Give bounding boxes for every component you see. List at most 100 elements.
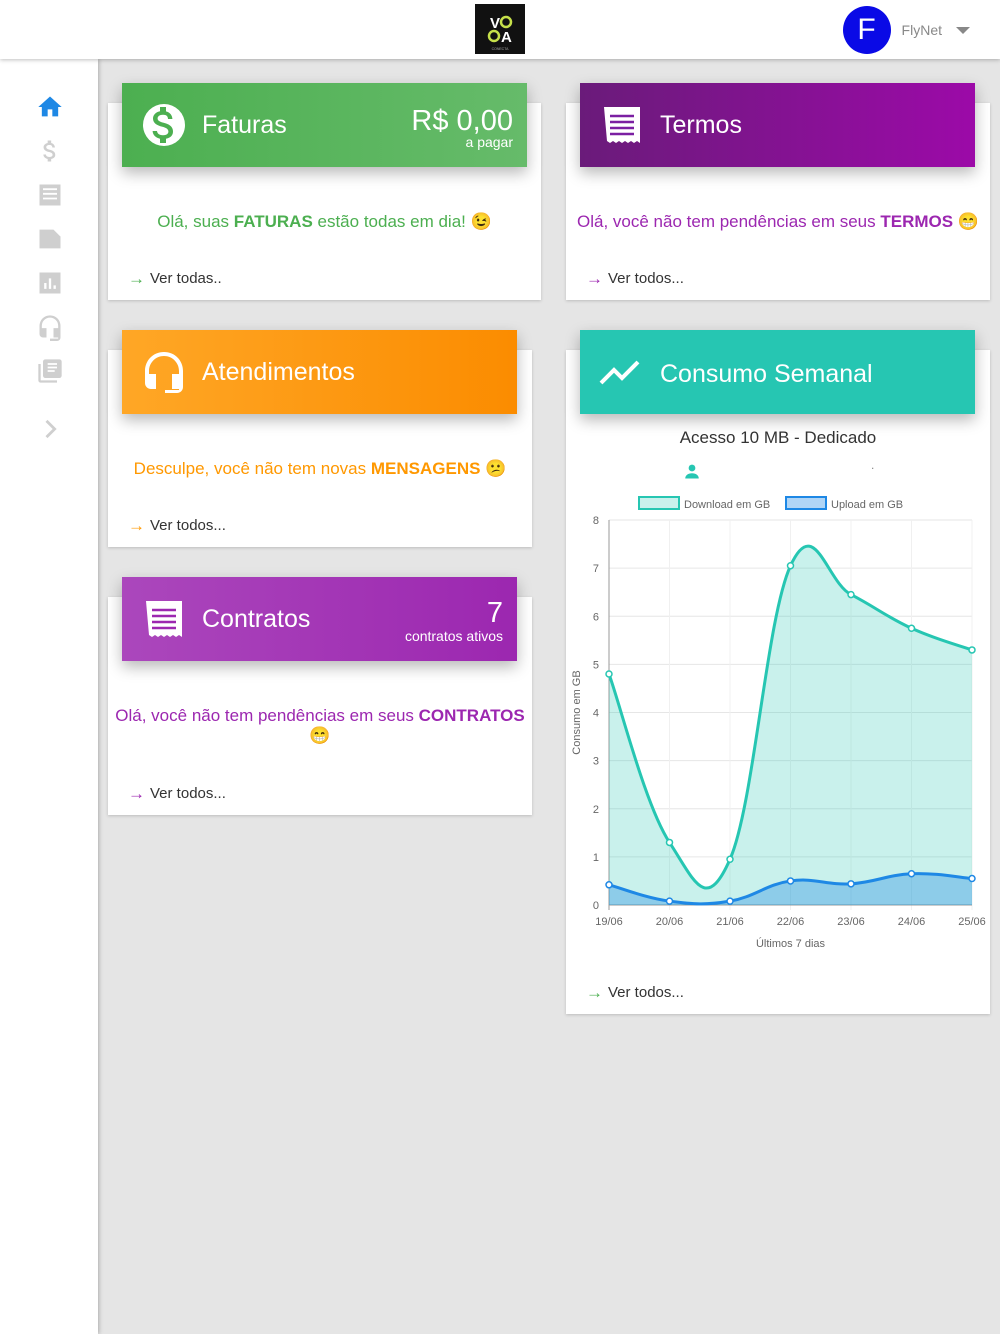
arrow-right-icon: →	[586, 983, 603, 1002]
atendimentos-msg-end: 😕	[480, 459, 507, 478]
contratos-link-label: Ver todos...	[150, 785, 226, 802]
x-tick-label: 24/06	[898, 916, 926, 928]
x-tick-label: 20/06	[656, 916, 684, 928]
brand-logo[interactable]: V A CONECTA	[475, 4, 525, 54]
legend-label: Upload em GB	[831, 499, 903, 511]
termos-ver-todos-link[interactable]: → Ver todos...	[586, 270, 684, 287]
y-tick-label: 2	[593, 804, 599, 816]
contratos-msg-text: Olá, você não tem pendências em seus	[115, 706, 419, 725]
data-point	[847, 590, 855, 599]
termos-header[interactable]: Termos	[580, 83, 975, 167]
contratos-msg-end: 😁	[309, 726, 331, 745]
x-tick-label: 22/06	[777, 916, 805, 928]
arrow-right-icon: →	[128, 784, 145, 803]
sidebar	[0, 59, 98, 1334]
logo-mark: V A CONECTA	[487, 15, 513, 51]
faturas-ver-todas-link[interactable]: → Ver todas..	[128, 270, 222, 287]
faturas-title: Faturas	[202, 111, 287, 139]
headset-icon	[140, 348, 188, 396]
sidebar-item-suporte[interactable]	[36, 313, 64, 341]
faturas-message: Olá, suas FATURAS estão todas em dia! 😉	[108, 212, 541, 232]
y-tick-label: 8	[593, 515, 599, 527]
atendimentos-link-label: Ver todos...	[150, 517, 226, 534]
y-tick-label: 5	[593, 659, 599, 671]
legend-swatch	[785, 496, 827, 510]
y-axis-label: Consumo em GB	[571, 670, 583, 754]
arrow-right-icon: →	[128, 269, 145, 288]
contratos-ver-todos-link[interactable]: → Ver todos...	[128, 785, 226, 802]
data-point	[726, 897, 734, 905]
data-point	[665, 838, 674, 847]
user-menu[interactable]: F FlyNet	[842, 6, 970, 54]
x-tick-label: 21/06	[716, 916, 744, 928]
headset-icon	[39, 315, 61, 341]
data-point	[726, 855, 734, 864]
y-tick-label: 3	[593, 756, 599, 768]
consumo-header[interactable]: Consumo Semanal	[580, 330, 975, 414]
data-point	[786, 877, 795, 885]
x-tick-label: 23/06	[837, 916, 865, 928]
legend-swatch	[638, 496, 680, 510]
chevron-right-icon	[45, 419, 57, 439]
consumo-link-label: Ver todos...	[608, 984, 684, 1001]
sidebar-item-faturas[interactable]	[36, 137, 64, 165]
data-point	[968, 646, 976, 654]
x-tick-label: 19/06	[595, 916, 623, 928]
atendimentos-header[interactable]: Atendimentos	[122, 330, 517, 414]
data-point	[605, 881, 613, 889]
faturas-header[interactable]: Faturas R$ 0,00 a pagar	[122, 83, 527, 167]
termos-msg-end: 😁	[953, 212, 979, 231]
logo-letter-v: V	[490, 15, 500, 32]
arrow-right-icon: →	[586, 269, 603, 288]
arrow-right-icon: →	[128, 516, 145, 535]
y-tick-label: 6	[593, 611, 599, 623]
sidebar-expand-button[interactable]	[36, 415, 64, 443]
sidebar-item-atendimentos[interactable]	[36, 225, 64, 253]
atendimentos-ver-todos-link[interactable]: → Ver todos...	[128, 517, 226, 534]
sidebar-item-termos[interactable]	[36, 181, 64, 209]
termos-msg-bold: TERMOS	[880, 212, 954, 231]
avatar[interactable]: F	[842, 6, 891, 54]
chevron-down-icon[interactable]	[956, 26, 970, 34]
receipt-icon	[598, 101, 646, 149]
faturas-msg-text: Olá, suas	[157, 212, 234, 231]
consumo-title: Consumo Semanal	[660, 360, 873, 388]
data-point	[907, 869, 916, 878]
legend-label: Download em GB	[684, 499, 770, 511]
atendimentos-msg-text: Desculpe, você não tem novas	[133, 459, 371, 478]
contratos-title: Contratos	[202, 605, 311, 633]
data-point	[665, 897, 674, 905]
termos-title: Termos	[660, 111, 742, 139]
faturas-msg-bold: FATURAS	[233, 212, 313, 231]
y-tick-label: 4	[593, 708, 599, 720]
x-tick-label: 25/06	[958, 916, 986, 928]
sidebar-item-relatorios[interactable]	[36, 269, 64, 297]
ticket-icon	[39, 229, 61, 249]
sidebar-item-contratos[interactable]	[36, 357, 64, 385]
consumo-ver-todos-link[interactable]: → Ver todos...	[586, 984, 684, 1001]
faturas-link-label: Ver todas..	[150, 270, 222, 287]
contratos-message: Olá, você não tem pendências em seus CON…	[108, 706, 532, 746]
trending-up-icon	[598, 348, 646, 396]
y-tick-label: 1	[593, 852, 599, 864]
atendimentos-msg-bold: MENSAGENS	[370, 459, 481, 478]
user-name[interactable]: FlyNet	[902, 22, 942, 38]
library-icon	[38, 359, 62, 383]
document-icon	[39, 184, 61, 206]
data-point	[847, 880, 855, 888]
logo-subtext: CONECTA	[492, 47, 510, 51]
dollar-icon	[43, 140, 56, 162]
contratos-header[interactable]: Contratos 7 contratos ativos	[122, 577, 517, 661]
receipt-icon	[140, 595, 188, 643]
series-area-1	[609, 546, 972, 905]
termos-link-label: Ver todos...	[608, 270, 684, 287]
logo-letter-o2	[487, 29, 501, 43]
logo-letter-o	[499, 15, 513, 29]
faturas-msg-end: estão todas em dia! 😉	[312, 212, 492, 231]
consumo-chart: 0 1 2 3 4 5 6 7 8 19/06 20/06 21/06 22/06 23/06 24/06 2…	[571, 496, 986, 950]
faturas-sub: a pagar	[465, 134, 513, 150]
x-axis-label: Últimos 7 dias	[756, 937, 826, 950]
top-header: V A CONECTA F FlyNet	[0, 0, 1000, 59]
y-tick-label: 0	[593, 900, 599, 912]
sidebar-item-home[interactable]	[36, 93, 64, 121]
